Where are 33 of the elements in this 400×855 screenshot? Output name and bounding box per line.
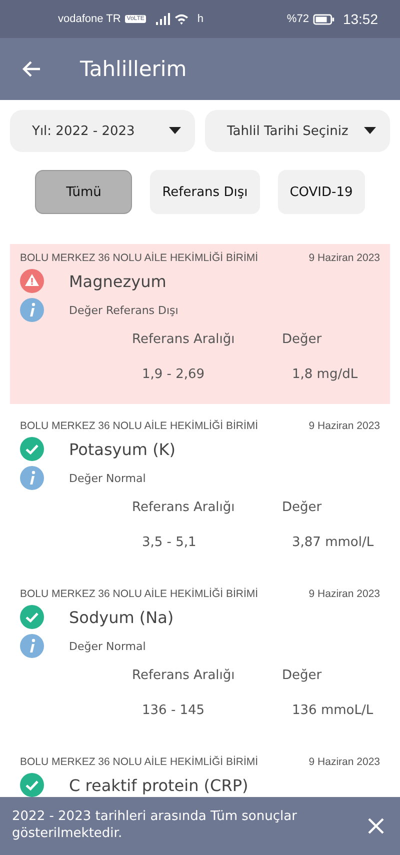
result-value: 1,8 mg/dL xyxy=(291,367,359,382)
result-value: 136 mmoL/L xyxy=(291,703,374,718)
facility-text: BOLU MERKEZ 36 NOLU AİLE HEKİMLİĞİ BİRİMİ xyxy=(20,756,258,768)
column-label: Değer xyxy=(282,332,323,347)
column-label: Değer xyxy=(282,668,323,683)
result-value: 3,87 mmol/L xyxy=(291,535,375,550)
column-label: Değer xyxy=(282,500,323,515)
column-label: Referans Aralığı xyxy=(132,332,236,347)
battery-text: %72 xyxy=(286,13,309,25)
date-text: 9 Haziran 2023 xyxy=(308,756,380,768)
status-text: Değer Referans Dışı xyxy=(69,304,178,316)
status-text: Değer Normal xyxy=(69,472,146,484)
facility-text: BOLU MERKEZ 36 NOLU AİLE HEKİMLİĞİ BİRİMİ xyxy=(20,252,258,264)
reference-range: 1,9 - 2,69 xyxy=(141,367,206,382)
facility-text: BOLU MERKEZ 36 NOLU AİLE HEKİMLİĞİ BİRİMİ xyxy=(20,420,258,432)
clock-text: 13:52 xyxy=(342,11,378,27)
snackbar-message: 2022 - 2023 tarihleri arasında Tüm sonuçlar gösterilmektedir. xyxy=(12,809,298,843)
reference-range: 136 - 145 xyxy=(141,703,206,718)
status-text: Değer Normal xyxy=(69,640,146,652)
network-text: h xyxy=(197,13,204,25)
test-name: Magnezyum xyxy=(69,272,166,290)
screen-title: Tahlillerim xyxy=(80,57,187,81)
column-label: Referans Aralığı xyxy=(132,500,236,515)
date-text: 9 Haziran 2023 xyxy=(308,420,380,432)
facility-text: BOLU MERKEZ 36 NOLU AİLE HEKİMLİĞİ BİRİMİ xyxy=(20,588,258,600)
date-text: 9 Haziran 2023 xyxy=(308,588,380,600)
column-label: Referans Aralığı xyxy=(132,668,236,683)
test-name: Sodyum (Na) xyxy=(69,608,174,626)
reference-range: 3,5 - 5,1 xyxy=(141,535,198,550)
carrier-text: vodafone TR xyxy=(58,13,121,25)
test-name: C reaktif protein (CRP) xyxy=(69,776,248,794)
test-name: Potasyum (K) xyxy=(69,440,176,458)
date-text: 9 Haziran 2023 xyxy=(308,252,380,264)
